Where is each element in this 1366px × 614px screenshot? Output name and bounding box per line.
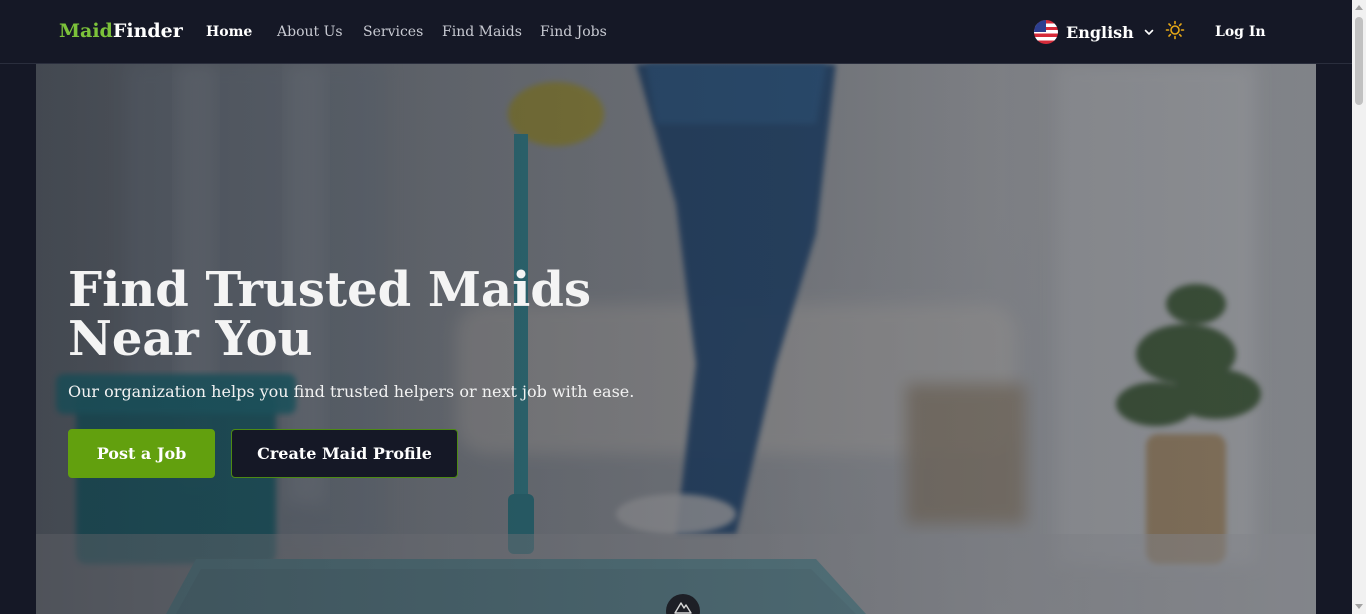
language-label: English [1066, 22, 1134, 42]
us-flag-icon [1034, 20, 1058, 44]
nav-link-home[interactable]: Home [206, 24, 252, 40]
scroll-up-icon[interactable] [1355, 4, 1363, 10]
create-maid-profile-button[interactable]: Create Maid Profile [231, 429, 458, 478]
post-a-job-button[interactable]: Post a Job [68, 429, 215, 478]
top-navbar: MaidFinder Home About Us Services Find M… [0, 0, 1352, 64]
logo-part-finder: Finder [112, 20, 183, 42]
logo-part-maid: Maid [59, 20, 113, 42]
login-link[interactable]: Log In [1215, 24, 1266, 40]
nav-link-services[interactable]: Services [363, 24, 423, 40]
chevron-down-icon [1144, 29, 1154, 35]
hero-title: Find Trusted Maids Near You [68, 262, 591, 367]
scroll-thumb[interactable] [1355, 17, 1363, 105]
scroll-down-icon[interactable] [1355, 604, 1363, 610]
nav-link-find-jobs[interactable]: Find Jobs [540, 24, 607, 40]
hero-section: Find Trusted Maids Near You Our organiza… [36, 64, 1316, 614]
language-selector[interactable]: English [1034, 20, 1154, 44]
sun-icon[interactable] [1165, 20, 1185, 40]
hero-subtitle: Our organization helps you find trusted … [68, 382, 635, 401]
site-logo[interactable]: MaidFinder [59, 20, 183, 42]
nav-link-find-maids[interactable]: Find Maids [442, 24, 522, 40]
page-scrollbar[interactable] [1352, 0, 1366, 614]
nav-link-about-us[interactable]: About Us [277, 24, 343, 40]
